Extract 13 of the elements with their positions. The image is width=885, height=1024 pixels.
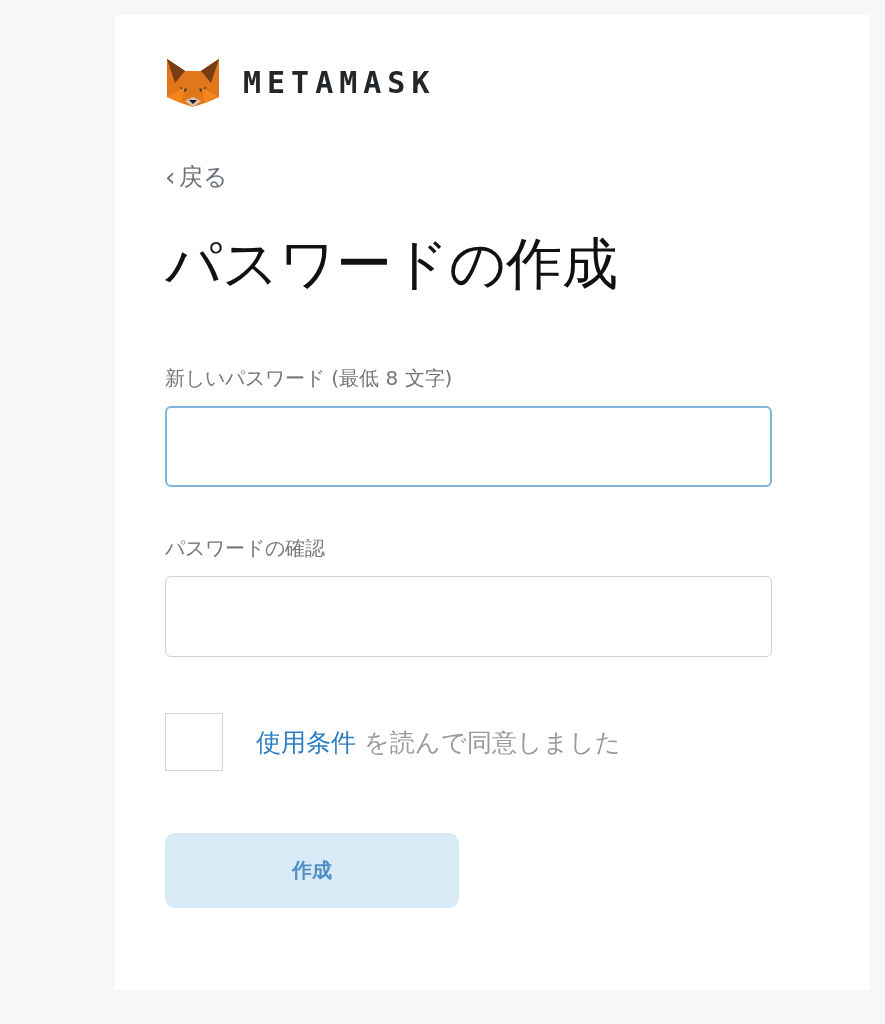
back-link[interactable]: ‹戻る [165, 161, 229, 193]
field-label: 新しいパスワード (最低 8 文字) [165, 365, 453, 392]
password-field[interactable] [165, 406, 772, 487]
field-label: パスワードの確認 [165, 535, 325, 562]
agreement-text: を読んで同意しました [364, 726, 621, 759]
chevron-icon: ‹ [165, 162, 176, 192]
back-label: 戻る [179, 162, 229, 193]
terms-link[interactable]: 使用条件 [256, 725, 356, 759]
fox-logo-icon [165, 57, 221, 107]
page-title: パスワードの作成 [165, 230, 618, 298]
brand-wordmark: METAMASK [243, 64, 436, 100]
checkbox[interactable] [165, 713, 223, 771]
password-field[interactable] [165, 576, 772, 657]
